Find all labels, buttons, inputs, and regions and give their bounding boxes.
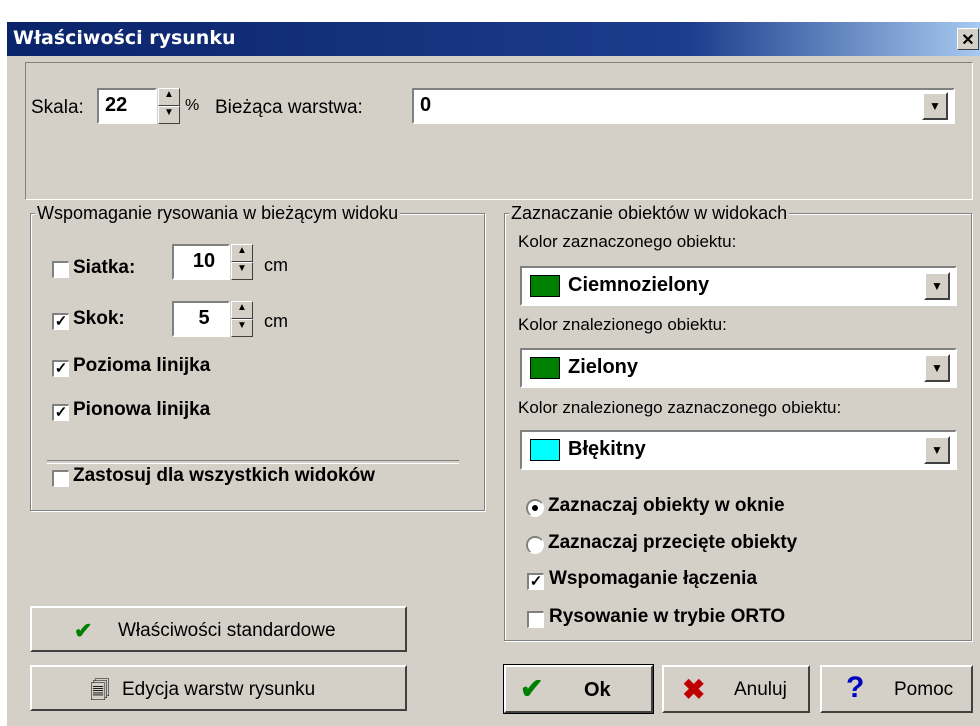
help-label: Pomoc xyxy=(894,679,954,700)
found-selected-color-dropdown[interactable]: ▼ xyxy=(924,436,950,464)
found-color-value: Zielony xyxy=(568,356,639,378)
selected-color-dropdown[interactable]: ▼ xyxy=(924,272,950,300)
hruler-checkbox[interactable]: ✓ xyxy=(52,360,69,377)
vruler-label: Pionowa linijka xyxy=(73,399,211,420)
layers-icon: 🗐 xyxy=(90,680,110,702)
snap-connect-checkbox[interactable]: ✓ xyxy=(527,573,544,590)
separator xyxy=(47,460,459,464)
found-color-dropdown[interactable]: ▼ xyxy=(924,354,950,382)
grid-checkbox[interactable] xyxy=(52,261,69,278)
check-icon: ✔ xyxy=(74,618,93,643)
ok-label: Ok xyxy=(584,679,611,701)
cancel-label: Anuluj xyxy=(734,679,787,700)
scale-input[interactable]: 22 xyxy=(97,88,157,124)
spin-down-icon[interactable]: ▼ xyxy=(158,106,180,124)
close-button[interactable]: ✕ xyxy=(957,28,979,50)
found-selected-color-value: Błękitny xyxy=(568,438,646,460)
radio-dot-icon xyxy=(532,505,538,511)
grid-unit: cm xyxy=(264,255,288,275)
grid-label: Siatka: xyxy=(73,257,136,278)
check-icon: ✔ xyxy=(520,673,544,704)
close-icon: ✕ xyxy=(961,32,975,49)
radio-select-crossed[interactable] xyxy=(526,536,544,554)
help-button[interactable]: ? Pomoc xyxy=(820,665,973,713)
spin-up-icon[interactable]: ▲ xyxy=(231,244,253,262)
layer-dropdown-button[interactable]: ▼ xyxy=(922,92,948,120)
ortho-checkbox[interactable] xyxy=(527,611,544,628)
vruler-checkbox[interactable]: ✓ xyxy=(52,404,69,421)
selected-color-select[interactable]: Ciemnozielony xyxy=(520,266,957,306)
color-swatch xyxy=(530,357,560,379)
radio-select-crossed-label: Zaznaczaj przecięte obiekty xyxy=(548,532,798,553)
hruler-label: Pozioma linijka xyxy=(73,355,211,376)
title-bar[interactable]: Właściwości rysunku ✕ xyxy=(7,22,980,56)
layer-select[interactable]: 0 xyxy=(412,88,955,124)
assist-legend: Wspomaganie rysowania w bieżącym widoku xyxy=(35,203,401,224)
color-swatch xyxy=(530,439,560,461)
selection-legend: Zaznaczanie obiektów w widokach xyxy=(509,203,790,224)
chevron-down-icon: ▼ xyxy=(931,279,943,293)
chevron-down-icon: ▼ xyxy=(929,99,941,113)
snap-spinner[interactable]: ▲ ▼ xyxy=(231,301,253,337)
chevron-down-icon: ▼ xyxy=(931,361,943,375)
found-color-label: Kolor znalezionego obiektu: xyxy=(518,315,727,334)
window-title: Właściwości rysunku xyxy=(13,27,236,49)
chevron-down-icon: ▼ xyxy=(931,443,943,457)
grid-spinner[interactable]: ▲ ▼ xyxy=(231,244,253,280)
edit-layers-label: Edycja warstw rysunku xyxy=(122,679,316,700)
standard-properties-label: Właściwości standardowe xyxy=(118,620,336,641)
apply-all-checkbox[interactable] xyxy=(52,470,69,487)
radio-select-in-window[interactable] xyxy=(526,499,544,517)
percent-label: % xyxy=(185,97,200,114)
selected-color-value: Ciemnozielony xyxy=(568,274,710,296)
top-panel xyxy=(25,62,973,200)
found-selected-color-label: Kolor znalezionego zaznaczonego obiektu: xyxy=(518,398,842,417)
close-icon: ✖ xyxy=(682,674,706,705)
layer-label: Bieżąca warstwa: xyxy=(215,97,363,118)
layer-value: 0 xyxy=(420,94,432,116)
edit-layers-button[interactable]: 🗐 Edycja warstw rysunku xyxy=(30,665,407,711)
scale-spinner[interactable]: ▲ ▼ xyxy=(158,88,180,124)
standard-properties-button[interactable]: ✔ Właściwości standardowe xyxy=(30,606,407,652)
spin-up-icon[interactable]: ▲ xyxy=(231,301,253,319)
ok-button[interactable]: ✔ Ok xyxy=(503,664,654,714)
question-icon: ? xyxy=(846,671,865,704)
snap-input[interactable]: 5 xyxy=(172,301,230,337)
spin-down-icon[interactable]: ▼ xyxy=(231,319,253,337)
snap-checkbox[interactable]: ✓ xyxy=(52,313,69,330)
snap-unit: cm xyxy=(264,311,288,331)
radio-select-in-window-label: Zaznaczaj obiekty w oknie xyxy=(548,495,785,516)
snap-label: Skok: xyxy=(73,308,125,329)
spin-down-icon[interactable]: ▼ xyxy=(231,262,253,280)
snap-connect-label: Wspomaganie łączenia xyxy=(549,568,758,589)
found-color-select[interactable]: Zielony xyxy=(520,348,957,388)
cancel-button[interactable]: ✖ Anuluj xyxy=(662,665,810,713)
scale-label: Skala: xyxy=(31,97,84,118)
grid-input[interactable]: 10 xyxy=(172,244,230,280)
apply-all-label: Zastosuj dla wszystkich widoków xyxy=(73,465,375,486)
spin-up-icon[interactable]: ▲ xyxy=(158,88,180,106)
ortho-label: Rysowanie w trybie ORTO xyxy=(549,606,786,627)
color-swatch xyxy=(530,275,560,297)
found-selected-color-select[interactable]: Błękitny xyxy=(520,430,957,470)
selected-color-label: Kolor zaznaczonego obiektu: xyxy=(518,232,737,251)
dialog-window: Właściwości rysunku ✕ Skala: 22 ▲ ▼ % Bi… xyxy=(7,22,980,726)
